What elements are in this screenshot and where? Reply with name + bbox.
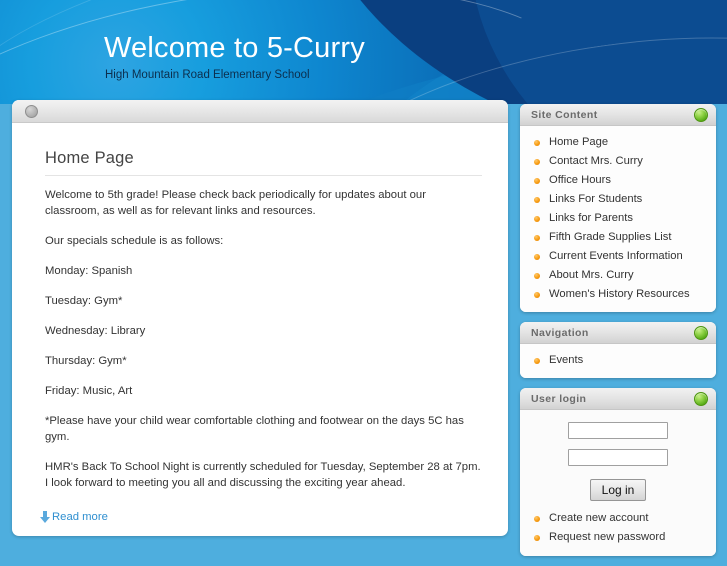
- main-content-panel: Home Page Welcome to 5th grade! Please c…: [12, 100, 508, 536]
- username-row: [520, 422, 716, 439]
- read-more-link[interactable]: Read more: [40, 511, 108, 523]
- sidebar-item-office-hours[interactable]: Office Hours: [520, 171, 716, 190]
- password-row: [520, 449, 716, 466]
- block-header-site-content: Site Content: [520, 104, 716, 126]
- block-content-site-content: Home Page Contact Mrs. Curry Office Hour…: [520, 126, 716, 312]
- page-body: Home Page Welcome to 5th grade! Please c…: [0, 100, 727, 556]
- create-new-account-label: Create new account: [549, 512, 649, 524]
- log-in-button[interactable]: Log in: [589, 479, 647, 501]
- toolbar-circle-icon[interactable]: [25, 105, 38, 118]
- sidebar-item-label: About Mrs. Curry: [549, 269, 634, 281]
- block-title: Site Content: [531, 108, 598, 121]
- sidebar-item-label: Links for Parents: [549, 212, 633, 224]
- site-banner: Welcome to 5-Curry High Mountain Road El…: [0, 0, 727, 104]
- content-paragraph: HMR's Back To School Night is currently …: [45, 461, 481, 489]
- bullet-icon: [534, 196, 540, 203]
- sidebar-item-label: Home Page: [549, 136, 609, 148]
- content-paragraph: Welcome to 5th grade! Please check back …: [45, 189, 426, 217]
- block-content-navigation: Events: [520, 344, 716, 378]
- block-header-user-login: User login: [520, 388, 716, 410]
- bullet-icon: [534, 357, 540, 364]
- sidebar-item-about-mrs-curry[interactable]: About Mrs. Curry: [520, 266, 716, 285]
- collapse-toggle-icon[interactable]: [694, 107, 708, 122]
- content-paragraph: Friday: Music, Art: [45, 385, 133, 397]
- content-toolbar: [12, 100, 508, 123]
- content-paragraph: *Please have your child wear comfortable…: [45, 415, 464, 443]
- request-new-password-link[interactable]: Request new password: [520, 528, 716, 547]
- sidebar-item-womens-history-resources[interactable]: Women's History Resources: [520, 285, 716, 304]
- sidebar-item-label: Events: [549, 354, 584, 366]
- block-title: User login: [531, 392, 587, 405]
- bullet-icon: [534, 291, 540, 298]
- content-paragraph: Our specials schedule is as follows:: [45, 235, 224, 247]
- sidebar-item-current-events-information[interactable]: Current Events Information: [520, 247, 716, 266]
- sidebar-item-label: Contact Mrs. Curry: [549, 155, 643, 167]
- sidebar-item-fifth-grade-supplies-list[interactable]: Fifth Grade Supplies List: [520, 228, 716, 247]
- sidebar-item-events[interactable]: Events: [520, 351, 716, 370]
- block-user-login: User login Log in Create new account Req…: [520, 388, 716, 556]
- sidebar-item-label: Fifth Grade Supplies List: [549, 231, 672, 243]
- block-title: Navigation: [531, 326, 589, 339]
- site-slogan: High Mountain Road Elementary School: [105, 69, 310, 81]
- sidebar-item-contact-mrs-curry[interactable]: Contact Mrs. Curry: [520, 152, 716, 171]
- request-new-password-label: Request new password: [549, 531, 666, 543]
- content-paragraph: Tuesday: Gym*: [45, 295, 123, 307]
- block-header-navigation: Navigation: [520, 322, 716, 344]
- bullet-icon: [534, 234, 540, 241]
- login-button-row: Log in: [520, 479, 716, 501]
- bullet-icon: [534, 515, 540, 522]
- content-paragraph: Wednesday: Library: [45, 325, 146, 337]
- bullet-icon: [534, 534, 540, 541]
- sidebar: Site Content Home Page Contact Mrs. Curr…: [520, 104, 716, 566]
- title-divider: [45, 175, 482, 176]
- login-form: Log in Create new account Request new pa…: [520, 410, 716, 556]
- password-input[interactable]: [568, 449, 668, 466]
- sidebar-item-label: Current Events Information: [549, 250, 683, 262]
- bullet-icon: [534, 177, 540, 184]
- bullet-icon: [534, 272, 540, 279]
- sidebar-item-home-page[interactable]: Home Page: [520, 133, 716, 152]
- username-input[interactable]: [568, 422, 668, 439]
- create-new-account-link[interactable]: Create new account: [520, 509, 716, 528]
- page-title: Home Page: [45, 149, 134, 167]
- collapse-toggle-icon[interactable]: [694, 325, 708, 340]
- content-paragraph: Thursday: Gym*: [45, 355, 127, 367]
- sidebar-item-links-for-parents[interactable]: Links for Parents: [520, 209, 716, 228]
- bullet-icon: [534, 253, 540, 260]
- sidebar-item-label: Links For Students: [549, 193, 643, 205]
- sidebar-item-label: Office Hours: [549, 174, 611, 186]
- block-navigation: Navigation Events: [520, 322, 716, 378]
- content-paragraph: Monday: Spanish: [45, 265, 133, 277]
- content-body: Home Page Welcome to 5th grade! Please c…: [12, 123, 508, 533]
- bullet-icon: [534, 139, 540, 146]
- sidebar-item-label: Women's History Resources: [549, 288, 690, 300]
- block-site-content: Site Content Home Page Contact Mrs. Curr…: [520, 104, 716, 312]
- collapse-toggle-icon[interactable]: [694, 391, 708, 406]
- sidebar-item-links-for-students[interactable]: Links For Students: [520, 190, 716, 209]
- read-more-label: Read more: [52, 511, 108, 523]
- site-title: Welcome to 5-Curry: [104, 32, 365, 64]
- bullet-icon: [534, 215, 540, 222]
- bullet-icon: [534, 158, 540, 165]
